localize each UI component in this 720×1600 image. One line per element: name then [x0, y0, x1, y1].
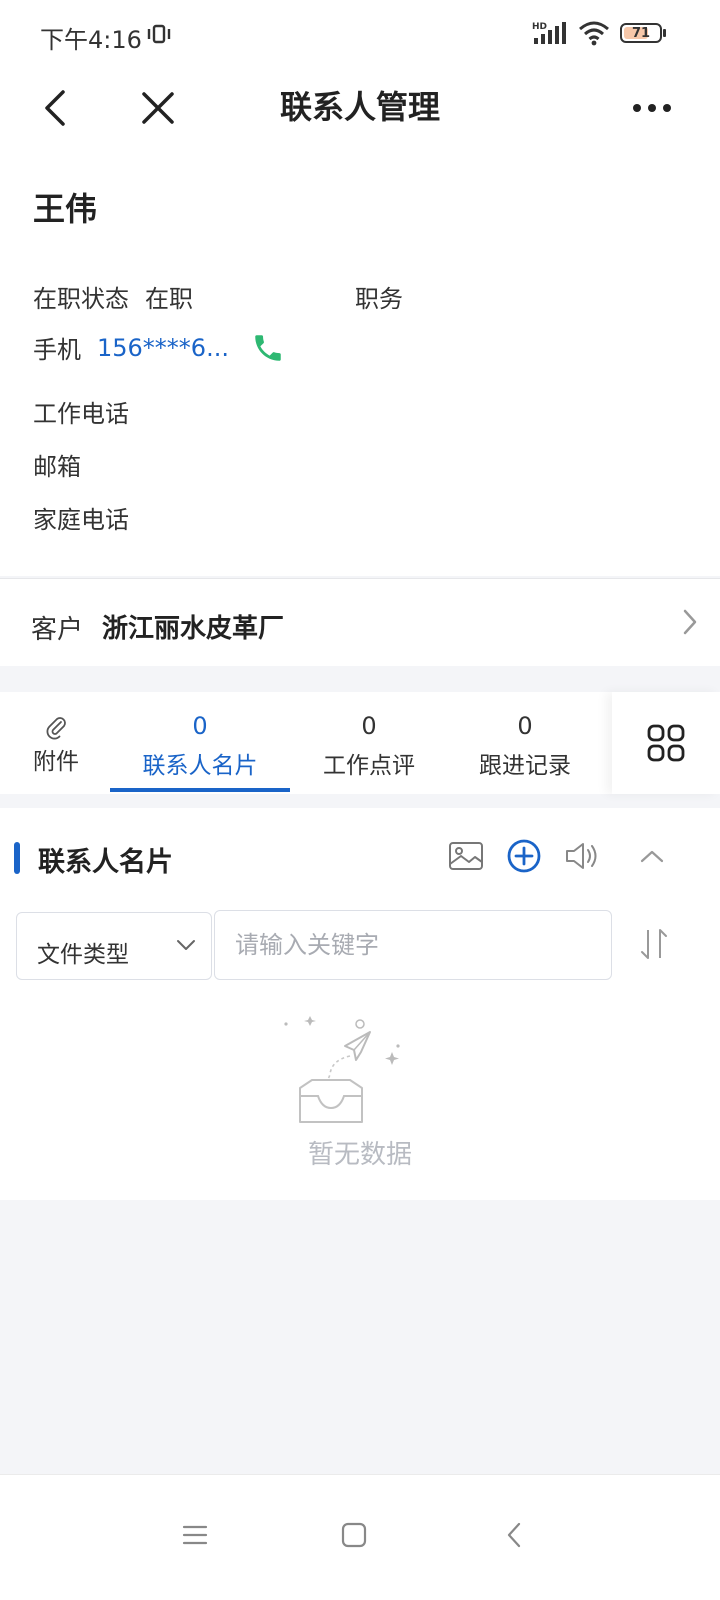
tab-count: 0 [361, 712, 377, 740]
mobile-row: 手机 156****6... [33, 330, 285, 365]
tab-label: 附件 [33, 749, 79, 775]
paperclip-icon [46, 717, 66, 740]
email-label: 邮箱 [33, 453, 81, 481]
sort-button[interactable] [632, 922, 676, 966]
chevron-up-icon [640, 850, 664, 863]
back-arrow-icon [507, 1522, 521, 1548]
plus-circle-icon [507, 839, 541, 873]
contact-card-section: 联系人名片 文件类型 请输入关键字 暂无数据 [0, 808, 720, 1200]
more-icon [633, 104, 671, 112]
keyword-search-input[interactable] [214, 910, 612, 980]
status-time: 下午4:16 [40, 26, 142, 54]
add-button[interactable] [504, 836, 544, 876]
system-nav-bar [0, 1474, 720, 1600]
chevron-right-icon [683, 609, 697, 635]
tab-work-review[interactable]: 0 工作点评 [300, 692, 438, 794]
phone-icon[interactable] [251, 331, 285, 365]
network-type: HD [532, 22, 547, 32]
more-tabs-button[interactable] [612, 692, 720, 794]
customer-row[interactable]: 客户 浙江丽水皮革厂 [0, 578, 720, 666]
home-button[interactable] [324, 1505, 384, 1565]
mobile-label: 手机 [33, 336, 81, 364]
active-tab-indicator [110, 788, 290, 792]
tab-label: 跟进记录 [479, 753, 571, 779]
image-icon [449, 842, 483, 870]
home-square-icon [341, 1522, 367, 1548]
section-title: 联系人名片 [38, 847, 173, 878]
employment-row: 在职状态 在职 [33, 279, 193, 314]
system-back-button[interactable] [484, 1505, 544, 1565]
wifi-icon [579, 21, 609, 46]
image-button[interactable] [446, 836, 486, 876]
menu-button[interactable] [165, 1505, 225, 1565]
signal-icon: HD [532, 22, 566, 44]
nav-bar: 联系人管理 [0, 68, 720, 146]
empty-state-text: 暂无数据 [307, 1140, 412, 1170]
contact-info-card: 王伟 在职状态 在职 职务 手机 156****6... 工作电话 邮箱 家庭电… [0, 146, 720, 576]
tab-count: 0 [192, 712, 208, 740]
collapse-button[interactable] [632, 836, 672, 876]
file-type-label: 文件类型 [37, 942, 129, 968]
section-marker [14, 842, 20, 874]
customer-label: 客户 [31, 615, 84, 645]
home-phone-row: 家庭电话 [33, 500, 129, 535]
speaker-icon [566, 843, 597, 869]
tab-label: 工作点评 [323, 753, 415, 779]
sort-icon [641, 929, 667, 959]
customer-value: 浙江丽水皮革厂 [102, 614, 285, 644]
mobile-value[interactable]: 156****6... [97, 334, 229, 362]
tab-bar: 附件 0 联系人名片 0 工作点评 0 跟进记录 [0, 692, 720, 794]
tab-contact-cards[interactable]: 0 联系人名片 [110, 692, 290, 794]
tab-count: 0 [517, 712, 533, 740]
vibrate-icon [147, 24, 171, 44]
battery-icon: 71 [620, 23, 666, 43]
page-title: 联系人管理 [279, 88, 440, 126]
work-phone-row: 工作电话 [33, 394, 129, 429]
file-type-select[interactable]: 文件类型 [16, 912, 212, 980]
work-phone-label: 工作电话 [33, 400, 129, 428]
status-bar: 下午4:16 HD 71 [0, 0, 720, 68]
grid-icon [647, 724, 685, 762]
audio-button[interactable] [562, 836, 602, 876]
tab-follow-up[interactable]: 0 跟进记录 [456, 692, 594, 794]
contact-name: 王伟 [33, 190, 98, 228]
battery-level: 71 [631, 25, 651, 41]
employment-label: 在职状态 [33, 285, 129, 313]
chevron-down-icon [177, 940, 195, 950]
employment-value: 在职 [145, 285, 193, 313]
menu-icon [182, 1525, 208, 1545]
tab-attachments[interactable]: 附件 [14, 692, 98, 794]
home-phone-label: 家庭电话 [33, 506, 129, 534]
tab-label: 联系人名片 [142, 753, 258, 779]
email-row: 邮箱 [33, 447, 81, 482]
job-title-label: 职务 [355, 285, 403, 313]
more-button[interactable] [622, 78, 682, 138]
